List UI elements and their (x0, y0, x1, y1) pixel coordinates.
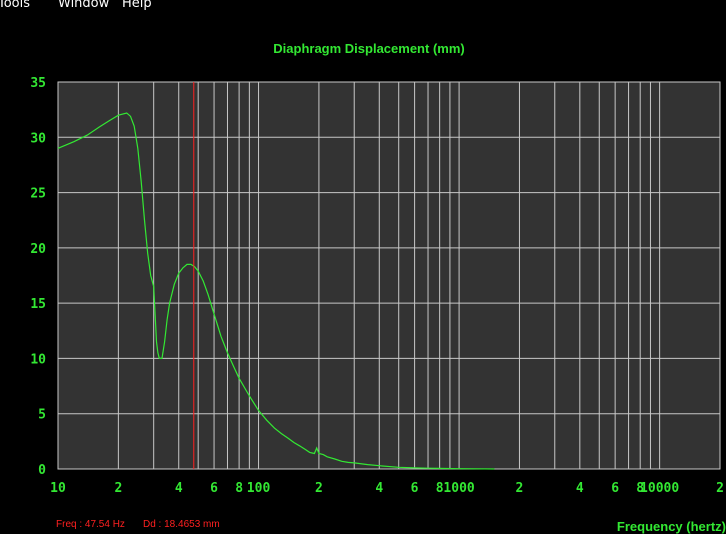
x-tick-label: 10 (50, 481, 66, 496)
y-tick-label: 0 (38, 463, 46, 478)
menu-tools[interactable]: Tools (0, 0, 30, 10)
plot-area (58, 82, 720, 469)
x-tick-label: 2 (114, 481, 122, 496)
x-tick-label: 10000 (640, 481, 679, 496)
x-tick-label: 4 (576, 481, 584, 496)
y-tick-label: 20 (30, 242, 46, 257)
x-tick-label: 6 (411, 481, 419, 496)
displacement-chart: Diaphragm Displacement (mm) 0 5 10 15 20 25 30… (30, 41, 724, 496)
x-tick-label: 4 (175, 481, 183, 496)
x-axis-title: Frequency (hertz) (616, 519, 726, 534)
y-tick-label: 35 (30, 76, 46, 91)
chart-title: Diaphragm Displacement (mm) (273, 41, 464, 56)
menu-bar: Tools Window Help (0, 0, 726, 13)
y-tick-label: 10 (30, 352, 46, 367)
x-tick-label: 2 (716, 481, 724, 496)
x-tick-label: 100 (247, 481, 271, 496)
status-displacement: Dd : 18.4653 mm (143, 519, 220, 530)
x-tick-label: 8 (235, 481, 243, 496)
menu-help[interactable]: Help (122, 0, 152, 10)
x-tick-label: 2 (516, 481, 524, 496)
x-tick-label: 1000 (443, 481, 474, 496)
status-frequency: Freq : 47.54 Hz (56, 519, 125, 530)
x-tick-label: 2 (315, 481, 323, 496)
menu-window[interactable]: Window (58, 0, 109, 10)
y-tick-label: 30 (30, 131, 46, 146)
x-tick-label: 4 (375, 481, 383, 496)
y-tick-label: 15 (30, 297, 46, 312)
y-tick-label: 25 (30, 187, 46, 202)
x-tick-label: 6 (611, 481, 619, 496)
x-tick-label: 6 (210, 481, 218, 496)
y-tick-label: 5 (38, 408, 46, 423)
